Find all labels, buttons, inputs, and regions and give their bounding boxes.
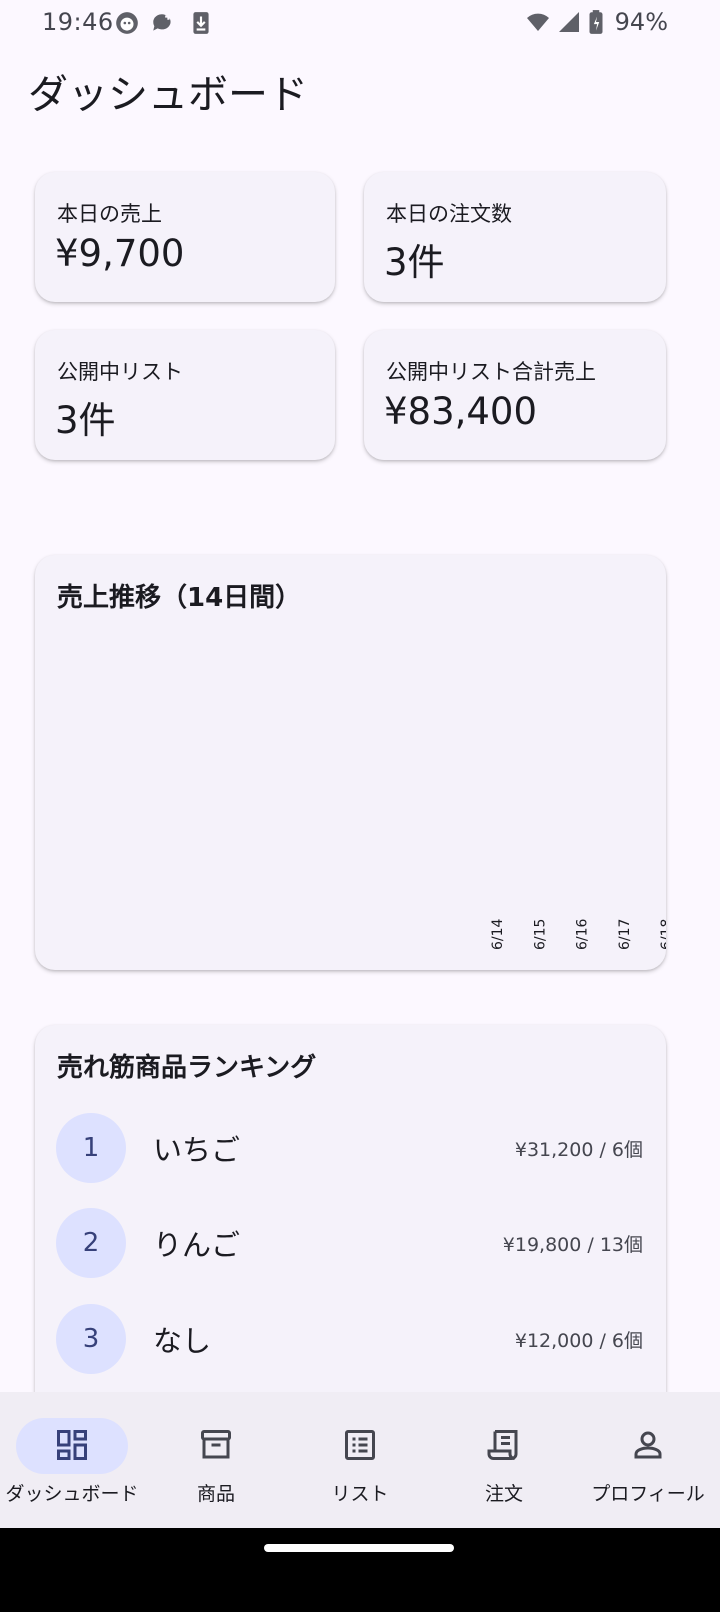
chart-x-tick-label: 6/18: [659, 919, 666, 950]
stat-value: ¥9,700: [55, 232, 185, 275]
receipt-icon: [487, 1430, 518, 1460]
download-icon: [193, 12, 209, 34]
list-icon: [345, 1430, 375, 1460]
nav-label: リスト: [331, 1483, 389, 1505]
stat-label: 本日の注文数: [386, 202, 512, 226]
nav-item-products[interactable]: 商品: [144, 1392, 288, 1528]
sales-trend-card: 売上推移（14日間） 6/146/156/166/176/186/196/206…: [35, 555, 666, 970]
product-sales: ¥12,000 / 6個: [514, 1330, 643, 1352]
chart-x-tick-label: 6/15: [532, 919, 548, 950]
nav-item-dashboard[interactable]: ダッシュボード: [0, 1392, 144, 1528]
app-notification-icon: [116, 12, 138, 34]
nav-item-lists[interactable]: リスト: [288, 1392, 432, 1528]
ranking-row[interactable]: 2 りんご ¥19,800 / 13個: [35, 1208, 665, 1278]
product-sales: ¥19,800 / 13個: [502, 1234, 643, 1256]
stat-card-public-lists: 公開中リスト 3件: [35, 330, 335, 460]
status-right: 94%: [525, 8, 668, 36]
stat-label: 公開中リスト合計売上: [386, 360, 596, 384]
product-name: いちご: [153, 1133, 241, 1167]
screen: 19:46 94% ダッシュボード 本日の売上 ¥9,700 本日の注文数 3件…: [0, 0, 720, 1612]
chart-x-tick-label: 6/17: [617, 919, 633, 950]
chart-x-tick-label: 6/16: [575, 918, 591, 950]
ranking-title: 売れ筋商品ランキング: [57, 1053, 317, 1083]
signal-icon: [558, 12, 579, 32]
status-time: 19:46: [42, 8, 114, 36]
stat-label: 本日の売上: [57, 202, 162, 226]
rank-badge: 3: [56, 1304, 126, 1374]
product-name: なし: [153, 1324, 212, 1358]
battery-percent: 94%: [614, 8, 668, 36]
nav-label: プロフィール: [591, 1483, 705, 1505]
wifi-icon: [526, 13, 549, 31]
status-bar: 19:46 94%: [0, 0, 720, 48]
stat-label: 公開中リスト: [57, 360, 183, 384]
dashboard-icon: [57, 1430, 87, 1460]
ranking-row[interactable]: 1 いちご ¥31,200 / 6個: [35, 1113, 665, 1183]
home-gesture-handle[interactable]: [264, 1544, 454, 1552]
page-title: ダッシュボード: [28, 72, 308, 118]
nav-item-profile[interactable]: プロフィール: [576, 1392, 720, 1528]
nav-label: ダッシュボード: [5, 1483, 139, 1505]
stat-value: ¥83,400: [384, 390, 538, 433]
chart-x-tick-label: 6/14: [490, 918, 506, 950]
ranking-row[interactable]: 3 なし ¥12,000 / 6個: [35, 1304, 665, 1374]
rank-badge: 2: [56, 1208, 126, 1278]
person-icon: [634, 1431, 662, 1459]
stat-value: 3件: [384, 241, 445, 284]
bottom-navigation: ダッシュボード 商品 リスト 注文 プロフィール: [0, 1392, 720, 1528]
system-gesture-bar: [0, 1528, 720, 1612]
product-sales: ¥31,200 / 6個: [514, 1139, 643, 1161]
sales-trend-chart: 6/146/156/166/176/186/196/206/216/226/23…: [490, 918, 666, 950]
battery-icon: [589, 10, 603, 34]
stat-value: 3件: [55, 399, 116, 442]
product-name: りんご: [153, 1228, 241, 1262]
rank-badge: 1: [56, 1113, 126, 1183]
ranking-card: 売れ筋商品ランキング 1 いちご ¥31,200 / 6個 2 りんご ¥19,…: [35, 1025, 666, 1445]
chat-add-icon: [153, 13, 172, 31]
stat-card-public-lists-total-sales: 公開中リスト合計売上 ¥83,400: [364, 330, 666, 460]
nav-item-orders[interactable]: 注文: [432, 1392, 576, 1528]
archive-icon: [201, 1430, 231, 1459]
stat-card-today-sales: 本日の売上 ¥9,700: [35, 172, 335, 302]
nav-label: 注文: [484, 1483, 523, 1505]
nav-label: 商品: [196, 1483, 235, 1505]
stat-card-today-orders: 本日の注文数 3件: [364, 172, 666, 302]
